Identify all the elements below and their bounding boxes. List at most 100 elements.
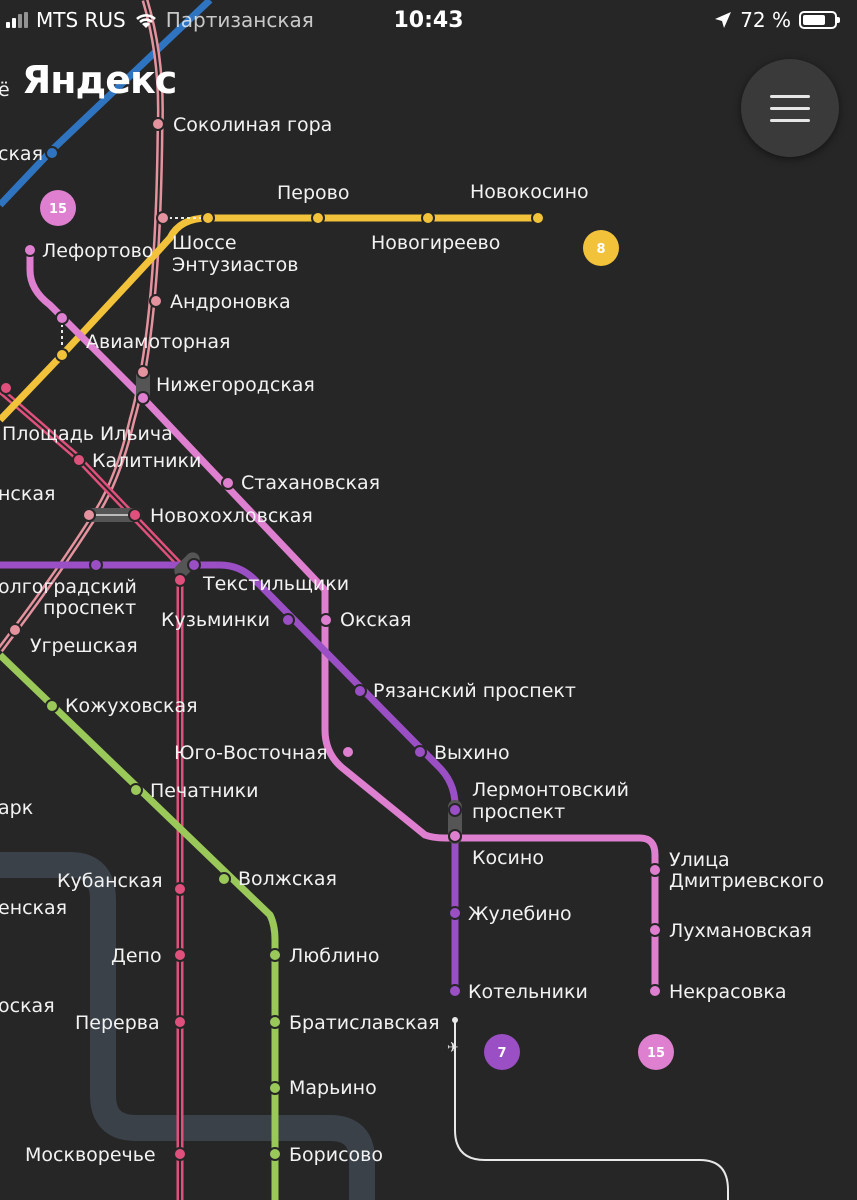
station-dot — [413, 745, 427, 759]
station-dot — [268, 1147, 282, 1161]
station-dot — [156, 211, 170, 225]
station-label: арк — [0, 797, 33, 819]
svg-text:8: 8 — [596, 242, 605, 257]
line-badge-7[interactable]: 7 — [484, 1034, 520, 1070]
station-label: Волжская — [238, 868, 337, 890]
station-label: Перерва — [75, 1012, 160, 1034]
station-dot — [129, 783, 143, 797]
station-dot — [421, 211, 435, 225]
station-label: Лефортово — [42, 240, 153, 262]
station-dot — [173, 948, 187, 962]
station-label: Выхино — [434, 742, 510, 764]
station-label: Некрасовка — [669, 981, 787, 1003]
station-label: Братиславская — [289, 1012, 440, 1034]
station-label: Депо — [111, 945, 162, 967]
station-dot — [448, 984, 462, 998]
station-label: Новохохловская — [150, 505, 313, 527]
station-dot — [187, 558, 201, 572]
station-label: нская — [0, 483, 55, 505]
station-label: Печатники — [150, 780, 259, 802]
menu-button[interactable] — [741, 59, 839, 157]
station-dot — [128, 508, 142, 522]
station-label: олгоградский — [0, 576, 137, 598]
station-label: оская — [0, 995, 55, 1017]
battery-percent: 72 % — [740, 8, 791, 32]
station-dot — [82, 508, 96, 522]
station-label: Окская — [340, 609, 411, 631]
station-label: Шоссе — [172, 232, 237, 254]
station-label: Угрешская — [30, 635, 138, 657]
station-label: Кубанская — [57, 870, 163, 892]
status-right: 72 % — [714, 8, 840, 32]
svg-text:15: 15 — [647, 1046, 665, 1061]
station-label: Калитники — [92, 450, 201, 472]
station-dot — [448, 803, 462, 817]
station-dot — [448, 906, 462, 920]
station-dot — [136, 365, 150, 379]
station-dot — [173, 573, 187, 587]
station-dot — [353, 684, 367, 698]
line-badge-15-bottom[interactable]: 15 — [638, 1034, 674, 1070]
station-label: Юго-Восточная — [174, 742, 328, 764]
station-dot — [341, 745, 355, 759]
station-label: Нижегородская — [156, 374, 315, 396]
station-dot — [89, 558, 103, 572]
station-label: Марьино — [289, 1077, 377, 1099]
station-label: Котельники — [468, 981, 588, 1003]
svg-text:15: 15 — [49, 202, 67, 217]
status-bar: MTS RUS Партизанская 10:43 72 % — [0, 0, 857, 44]
station-dot — [221, 476, 235, 490]
station-dot — [45, 146, 59, 160]
station-label: Лермонтовский — [472, 779, 629, 801]
station-label: Улица — [669, 849, 730, 871]
line-badge-8[interactable]: 8 — [583, 230, 619, 266]
station-dot — [45, 699, 59, 713]
station-dot — [217, 872, 231, 886]
station-dot — [648, 984, 662, 998]
station-label: Дмитриевского — [669, 870, 824, 892]
station-label: ская — [0, 143, 43, 165]
station-dot — [531, 211, 545, 225]
station-dot — [0, 381, 13, 395]
station-label: ё — [0, 79, 10, 101]
station-dot — [268, 1015, 282, 1029]
station-dot — [55, 348, 69, 362]
station-dot — [173, 1015, 187, 1029]
station-label: Площадь Ильича — [2, 423, 173, 445]
svg-text:7: 7 — [497, 1046, 506, 1061]
station-label: Кузьминки — [161, 609, 270, 631]
location-arrow-icon — [715, 12, 732, 28]
station-label: Андроновка — [170, 291, 291, 313]
station-dot — [201, 211, 215, 225]
airplane-icon: ✈ — [447, 1040, 459, 1056]
station-dot — [151, 117, 165, 131]
station-label: Кожуховская — [65, 695, 198, 717]
station-dot — [55, 311, 69, 325]
line-badge-15-top[interactable]: 15 — [40, 190, 76, 226]
yandex-logo: Яндекс — [22, 58, 177, 102]
station-label: Стахановская — [241, 472, 380, 494]
station-label: Новокосино — [470, 181, 589, 203]
station-dot — [173, 882, 187, 896]
station-dot — [648, 923, 662, 937]
station-label: Борисово — [289, 1144, 383, 1166]
battery-icon — [799, 11, 840, 29]
station-label: Авиамоторная — [86, 331, 230, 353]
station-dot — [149, 294, 163, 308]
station-dot — [448, 829, 462, 843]
station-label: Москворечье — [25, 1144, 156, 1166]
station-label: Перово — [277, 182, 349, 204]
station-label: Косино — [472, 847, 544, 869]
battery-fill — [803, 15, 825, 25]
station-label: Жулебино — [468, 903, 572, 925]
station-label: Энтузиастов — [172, 254, 298, 276]
station-dot — [281, 613, 295, 627]
station-dot — [72, 453, 86, 467]
station-dot — [319, 613, 333, 627]
station-dot — [173, 1147, 187, 1161]
station-dot — [23, 243, 37, 257]
station-dot — [8, 623, 22, 637]
metro-map[interactable]: ✈ 15 8 7 15 ё Соколиная гора ская Перово… — [0, 0, 857, 1200]
station-labels[interactable]: ё Соколиная гора ская Перово Новокосино … — [0, 79, 824, 1166]
station-label: проспект — [43, 597, 136, 619]
